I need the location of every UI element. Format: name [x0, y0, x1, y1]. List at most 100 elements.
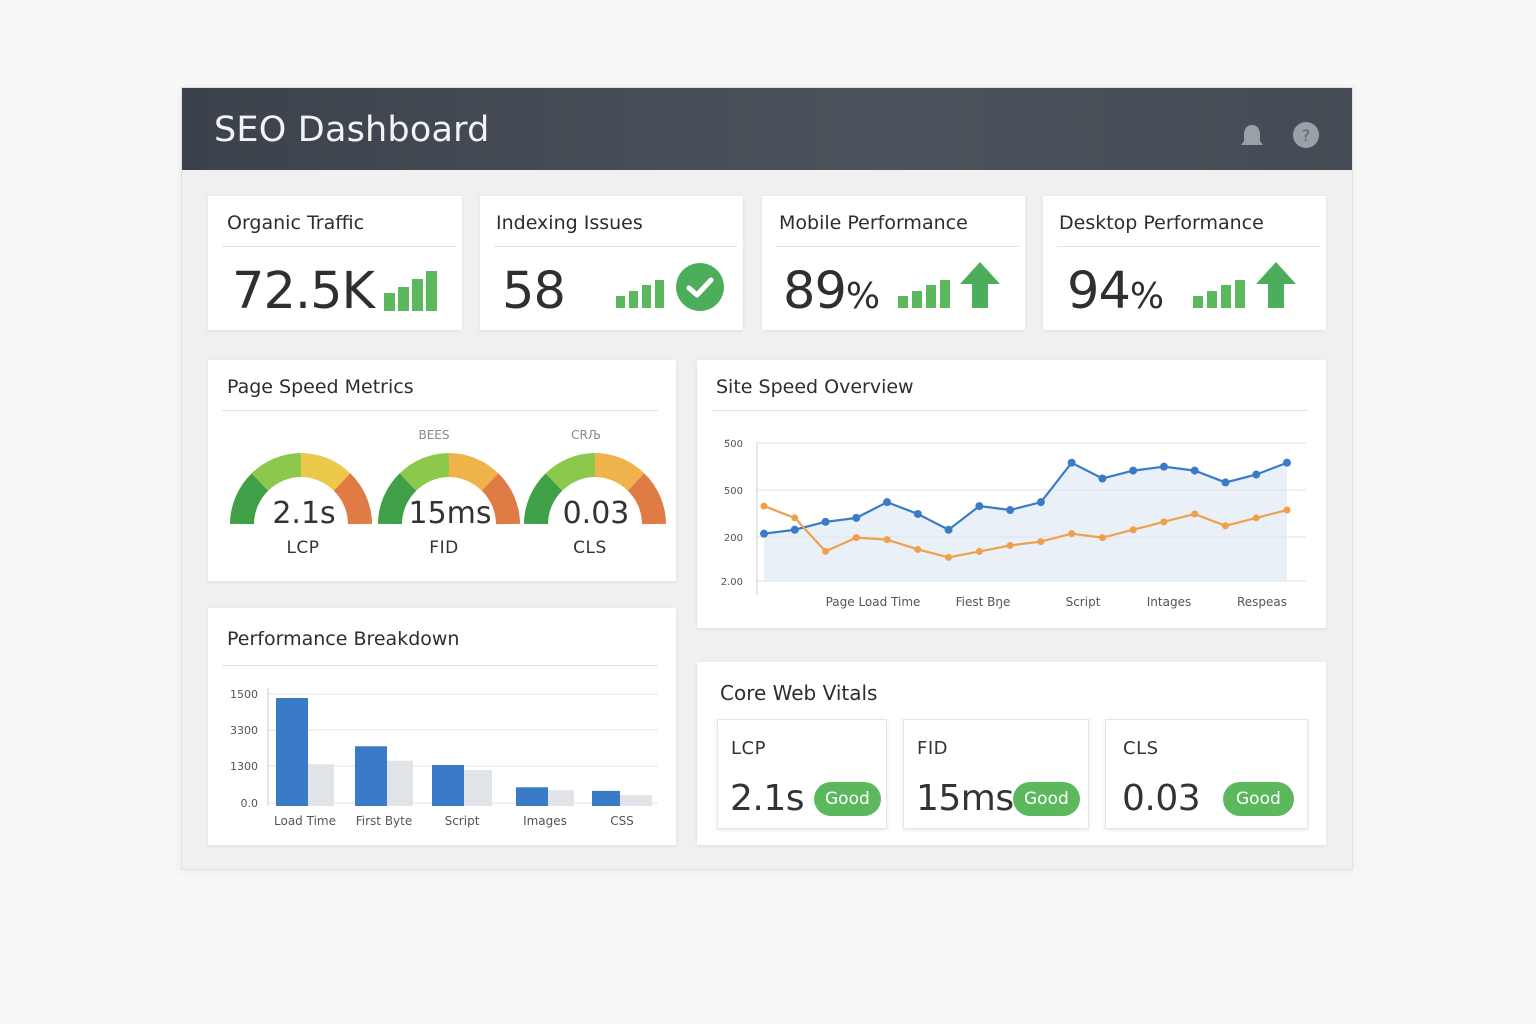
kpi-value: 58 — [502, 262, 566, 321]
data-point — [1252, 514, 1260, 522]
help-icon[interactable]: ? — [1292, 121, 1320, 149]
kpi-card-mobile-performance[interactable]: Mobile Performance 89% — [762, 196, 1025, 330]
bar — [276, 698, 308, 806]
data-point — [1283, 458, 1291, 467]
status-badge: Good — [814, 782, 881, 816]
gauge-label: FID — [429, 538, 459, 558]
y-tick-label: 0.0 — [241, 797, 259, 810]
vital-card-fid[interactable]: FID 15ms Good — [903, 719, 1089, 829]
data-point — [1068, 530, 1076, 538]
dashboard-window: SEO Dashboard ? Organic Traffic 72.5K In… — [181, 87, 1353, 870]
data-point — [1159, 462, 1168, 471]
vital-card-lcp[interactable]: LCP 2.1s Good — [717, 719, 887, 829]
bars-icon — [384, 271, 437, 311]
data-point — [852, 534, 860, 542]
bar — [620, 795, 652, 806]
gauge-label: LCP — [286, 538, 320, 558]
data-point — [1191, 510, 1199, 518]
kpi-title: Indexing Issues — [496, 212, 643, 234]
bell-icon[interactable] — [1237, 121, 1267, 151]
y-tick-label: 5̈00 — [724, 439, 743, 450]
data-point — [790, 525, 799, 534]
y-tick-label: 3300 — [230, 724, 258, 737]
vital-label: FID — [917, 738, 949, 759]
divider — [494, 246, 737, 247]
bar — [516, 787, 548, 806]
performance-breakdown-card: Performance Breakdown 1500 3300 1300 0.0 Loa… — [208, 608, 676, 845]
data-point — [945, 553, 953, 561]
bars-icon — [898, 280, 950, 308]
divider — [222, 410, 658, 411]
x-tick-label: Respeas — [1237, 595, 1287, 609]
data-point — [1190, 466, 1199, 475]
performance-bar-chart: 1500 3300 1300 0.0 Load Time First Byte Script… — [230, 688, 658, 828]
data-point — [1160, 518, 1168, 526]
card-title: Page Speed Metrics — [227, 376, 414, 398]
divider — [1057, 246, 1320, 247]
core-web-vitals-card: Core Web Vitals LCP 2.1s Good FID 15ms G… — [697, 662, 1326, 845]
bar — [387, 760, 413, 806]
page-speed-metrics-card: Page Speed Metrics 2.1s LCP BEЕS 15ms FI… — [208, 360, 676, 581]
vital-value: 0.03 — [1122, 778, 1201, 819]
data-point — [913, 509, 922, 518]
y-tick-label: 2.00 — [721, 577, 743, 588]
vital-value: 2.1s — [730, 778, 805, 819]
data-point — [1221, 478, 1230, 487]
data-point — [975, 502, 984, 511]
x-tick-label: Fiest Bŋe — [956, 595, 1011, 609]
data-point — [883, 536, 891, 544]
kpi-value: 72.5K — [232, 262, 375, 321]
x-tick-label: Load Time — [274, 814, 336, 828]
title-bar: SEO Dashboard ? — [182, 88, 1352, 170]
kpi-card-organic-traffic[interactable]: Organic Traffic 72.5K — [208, 196, 462, 330]
bar — [464, 770, 492, 806]
bar — [548, 790, 574, 806]
data-point — [1036, 498, 1045, 507]
divider — [222, 246, 456, 247]
data-point — [914, 545, 922, 553]
svg-text:?: ? — [1302, 126, 1311, 145]
kpi-value: 89% — [783, 262, 881, 321]
kpi-card-indexing-issues[interactable]: Indexing Issues 58 — [480, 196, 743, 330]
bar — [432, 764, 464, 806]
y-tick-label: 1300 — [230, 760, 258, 773]
y-tick-label: 1500 — [230, 688, 258, 701]
kpi-card-desktop-performance[interactable]: Desktop Performance 94% — [1043, 196, 1326, 330]
data-point — [1006, 506, 1015, 515]
vital-label: LCP — [731, 738, 766, 759]
data-point — [760, 529, 768, 538]
data-point — [852, 513, 861, 522]
x-tick-label: Script — [1066, 595, 1101, 609]
data-point — [1221, 522, 1229, 530]
gauge-top-label: BEЕS — [418, 428, 450, 442]
data-point — [821, 517, 830, 526]
page-title: SEO Dashboard — [214, 110, 490, 150]
gauge-value: 2.1s — [272, 496, 336, 531]
vital-label: CLS — [1123, 738, 1159, 759]
site-speed-line-chart: 5̈00 500 200 2.00 Page Load Time Fiest Bŋe Scr… — [721, 439, 1306, 609]
x-tick-label: Images — [523, 814, 567, 828]
series-area — [764, 462, 1287, 581]
data-point — [1283, 506, 1291, 514]
data-point — [1252, 470, 1261, 479]
data-point — [883, 498, 892, 507]
data-point — [791, 514, 799, 522]
site-speed-overview-card: Site Speed Overview 5̈00 500 200 2.00 Page L… — [697, 360, 1326, 628]
data-point — [1006, 542, 1014, 550]
x-tick-label: Intages — [1147, 595, 1191, 609]
data-point — [760, 502, 768, 510]
x-tick-label: Script — [445, 814, 480, 828]
arrow-up-icon — [1256, 262, 1296, 308]
vital-card-cls[interactable]: CLS 0.03 Good — [1105, 719, 1308, 829]
kpi-title: Organic Traffic — [227, 212, 365, 234]
kpi-title: Desktop Performance — [1059, 212, 1264, 234]
divider — [776, 246, 1019, 247]
status-badge: Good — [1013, 782, 1080, 816]
y-tick-label: 500 — [724, 486, 743, 497]
data-point — [975, 547, 983, 555]
y-tick-label: 200 — [724, 533, 743, 544]
x-tick-label: CSS — [610, 814, 634, 828]
kpi-title: Mobile Performance — [779, 212, 968, 234]
data-point — [1098, 534, 1106, 542]
gauge-label: CLS — [573, 538, 607, 558]
